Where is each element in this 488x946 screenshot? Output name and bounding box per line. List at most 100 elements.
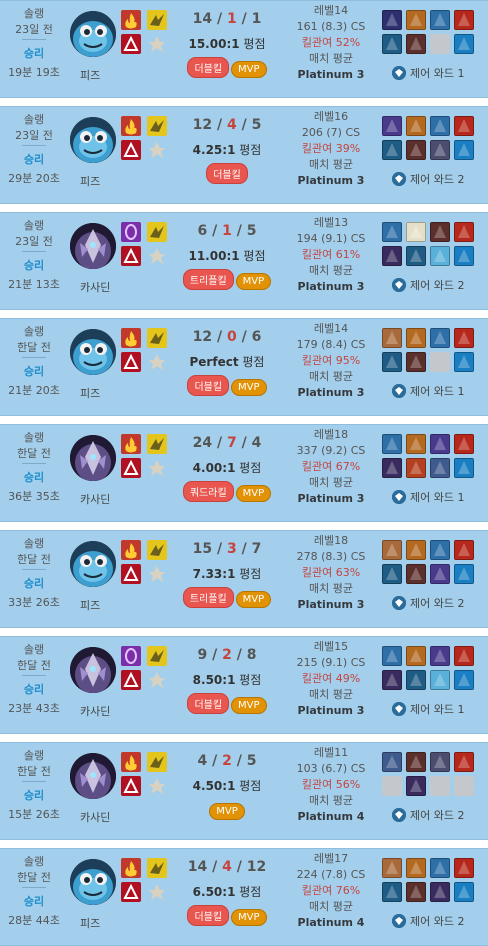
ignite-icon[interactable]: [121, 752, 141, 772]
exhaust-icon[interactable]: [147, 10, 167, 30]
item-icon[interactable]: [382, 34, 402, 54]
item-icon[interactable]: [454, 752, 474, 772]
match-card[interactable]: 솔랭 한달 전 승리 15분 26초 카사딘 4 / 2 / 5 4.50:1 …: [0, 742, 488, 840]
item-icon[interactable]: [454, 646, 474, 666]
item-icon[interactable]: [406, 776, 426, 796]
item-icon[interactable]: [454, 858, 474, 878]
exhaust-icon[interactable]: [147, 222, 167, 242]
flash-icon[interactable]: [121, 564, 141, 584]
item-icon[interactable]: [454, 434, 474, 454]
exhaust-icon[interactable]: [147, 646, 167, 666]
item-icon[interactable]: [430, 10, 450, 30]
ignite-icon[interactable]: [121, 858, 141, 878]
match-card[interactable]: 솔랭 한달 전 승리 23분 43초 카사딘 9 / 2 / 8 8.50:1 …: [0, 636, 488, 734]
item-icon[interactable]: [454, 882, 474, 902]
item-icon[interactable]: [406, 752, 426, 772]
kassadin-portrait-icon[interactable]: [70, 647, 116, 693]
passive-rune-icon[interactable]: [147, 140, 167, 160]
item-icon[interactable]: [430, 858, 450, 878]
item-icon[interactable]: [454, 246, 474, 266]
passive-rune-icon[interactable]: [147, 776, 167, 796]
item-icon[interactable]: [406, 646, 426, 666]
exhaust-icon[interactable]: [147, 752, 167, 772]
passive-rune-icon[interactable]: [147, 352, 167, 372]
flash-icon[interactable]: [121, 882, 141, 902]
item-icon[interactable]: [382, 646, 402, 666]
item-icon[interactable]: [382, 882, 402, 902]
item-icon[interactable]: [406, 564, 426, 584]
fizz-portrait-icon[interactable]: [70, 859, 116, 905]
item-icon[interactable]: [454, 352, 474, 372]
item-icon[interactable]: [382, 246, 402, 266]
item-icon[interactable]: [382, 670, 402, 690]
exhaust-icon[interactable]: [147, 116, 167, 136]
item-icon[interactable]: [430, 646, 450, 666]
passive-rune-icon[interactable]: [147, 564, 167, 584]
item-icon[interactable]: [406, 116, 426, 136]
item-icon[interactable]: [430, 328, 450, 348]
match-card[interactable]: 솔랭 23일 전 승리 21분 13초 카사딘 6 / 1 / 5 11.00:…: [0, 212, 488, 310]
match-card[interactable]: 솔랭 23일 전 승리 19분 19초 피즈 14 / 1 / 1 15.00:…: [0, 0, 488, 98]
item-icon[interactable]: [406, 10, 426, 30]
item-icon[interactable]: [406, 246, 426, 266]
flash-icon[interactable]: [121, 776, 141, 796]
flash-icon[interactable]: [121, 140, 141, 160]
item-icon[interactable]: [382, 10, 402, 30]
item-icon[interactable]: [382, 140, 402, 160]
item-icon[interactable]: [454, 116, 474, 136]
item-icon[interactable]: [430, 752, 450, 772]
item-icon[interactable]: [406, 670, 426, 690]
match-card[interactable]: 솔랭 23일 전 승리 29분 20초 피즈 12 / 4 / 5 4.25:1…: [0, 106, 488, 204]
item-icon[interactable]: [454, 10, 474, 30]
fizz-portrait-icon[interactable]: [70, 117, 116, 163]
item-icon[interactable]: [430, 670, 450, 690]
passive-rune-icon[interactable]: [147, 882, 167, 902]
passive-rune-icon[interactable]: [147, 670, 167, 690]
match-card[interactable]: 솔랭 한달 전 승리 21분 20초 피즈 12 / 0 / 6 Perfect…: [0, 318, 488, 416]
item-icon[interactable]: [454, 34, 474, 54]
flash-icon[interactable]: [121, 458, 141, 478]
item-icon[interactable]: [454, 540, 474, 560]
item-icon[interactable]: [454, 670, 474, 690]
fizz-portrait-icon[interactable]: [70, 329, 116, 375]
champion-name[interactable]: 피즈: [80, 385, 140, 401]
item-icon[interactable]: [382, 752, 402, 772]
exhaust-icon[interactable]: [147, 858, 167, 878]
match-card[interactable]: 솔랭 한달 전 승리 28분 44초 피즈 14 / 4 / 12 6.50:1…: [0, 848, 488, 946]
teleport-icon[interactable]: [121, 222, 141, 242]
item-icon[interactable]: [406, 34, 426, 54]
item-icon[interactable]: [430, 116, 450, 136]
match-card[interactable]: 솔랭 한달 전 승리 33분 26초 피즈 15 / 3 / 7 7.33:1 …: [0, 530, 488, 628]
passive-rune-icon[interactable]: [147, 34, 167, 54]
kassadin-portrait-icon[interactable]: [70, 753, 116, 799]
passive-rune-icon[interactable]: [147, 458, 167, 478]
ignite-icon[interactable]: [121, 434, 141, 454]
ignite-icon[interactable]: [121, 540, 141, 560]
champion-name[interactable]: 피즈: [80, 173, 140, 189]
kassadin-portrait-icon[interactable]: [70, 435, 116, 481]
exhaust-icon[interactable]: [147, 540, 167, 560]
item-icon[interactable]: [382, 222, 402, 242]
champion-name[interactable]: 피즈: [80, 915, 140, 931]
item-icon[interactable]: [382, 328, 402, 348]
champion-name[interactable]: 피즈: [80, 597, 140, 613]
item-icon[interactable]: [406, 140, 426, 160]
item-icon[interactable]: [382, 434, 402, 454]
item-icon[interactable]: [406, 222, 426, 242]
item-icon[interactable]: [430, 458, 450, 478]
item-icon[interactable]: [454, 222, 474, 242]
item-icon[interactable]: [382, 352, 402, 372]
item-icon[interactable]: [454, 564, 474, 584]
kassadin-portrait-icon[interactable]: [70, 223, 116, 269]
flash-icon[interactable]: [121, 352, 141, 372]
ignite-icon[interactable]: [121, 10, 141, 30]
item-icon[interactable]: [430, 222, 450, 242]
item-icon[interactable]: [430, 540, 450, 560]
item-icon[interactable]: [430, 434, 450, 454]
fizz-portrait-icon[interactable]: [70, 541, 116, 587]
item-icon[interactable]: [406, 540, 426, 560]
champion-name[interactable]: 카사딘: [80, 809, 140, 825]
passive-rune-icon[interactable]: [147, 246, 167, 266]
champion-name[interactable]: 카사딘: [80, 491, 140, 507]
item-icon[interactable]: [430, 882, 450, 902]
